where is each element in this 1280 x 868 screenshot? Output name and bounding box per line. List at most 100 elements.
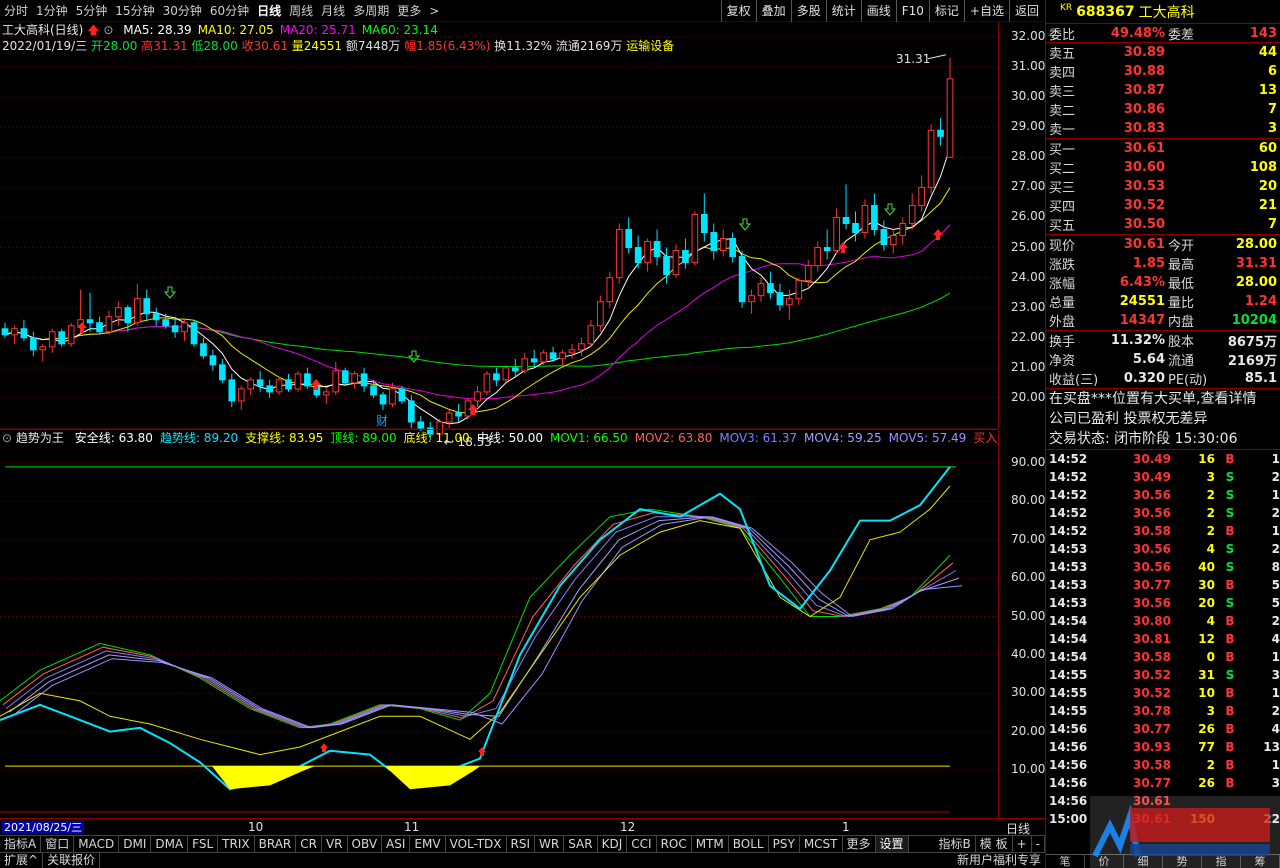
toolbar-button[interactable]: 返回	[1008, 0, 1044, 22]
stat-value: 85.1	[1244, 371, 1277, 386]
indicator-tab[interactable]: CR	[296, 836, 322, 852]
candle-body	[729, 238, 736, 258]
sell-level[interactable]: 卖三 30.87 13	[1046, 81, 1280, 100]
indicator-tab[interactable]: OBV	[348, 836, 383, 852]
level-label: 买四	[1049, 200, 1076, 215]
indicator-tab[interactable]: DMA	[151, 836, 189, 852]
period-tab[interactable]: 周线	[285, 0, 317, 22]
price-tick: 28.00	[1011, 149, 1046, 164]
indicator-tab-right[interactable]: 模 板	[976, 836, 1013, 852]
buy-level[interactable]: 买一 30.61 60	[1046, 139, 1280, 158]
tick-time: 14:54	[1049, 650, 1088, 664]
period-tab[interactable]: 月线	[317, 0, 349, 22]
quote-note[interactable]: 在买盘***位置有大买单,查看详情	[1046, 389, 1280, 409]
related-quote-button[interactable]: 关联报价	[43, 853, 101, 868]
period-tab[interactable]: 1分钟	[32, 0, 72, 22]
indicator-tab[interactable]: 窗口	[41, 836, 75, 852]
toolbar-button[interactable]: 统计	[825, 0, 861, 22]
indicator-tab[interactable]: MCST	[800, 836, 843, 852]
indicator-tab[interactable]: RSI	[507, 836, 536, 852]
indicator-tab[interactable]: 设置	[875, 836, 909, 852]
tick-price: 30.52	[1133, 668, 1171, 682]
indicator-tab[interactable]: 指标A	[0, 836, 42, 852]
indicator-tab[interactable]: 更多	[843, 836, 876, 852]
promo-link[interactable]: 新用户福利专享	[953, 853, 1045, 868]
indicator-tick: 60.00	[1011, 570, 1046, 585]
indicator-tab[interactable]: TRIX	[218, 836, 255, 852]
level-volume: 20	[1258, 179, 1277, 194]
period-tab[interactable]: 5分钟	[72, 0, 112, 22]
more-arrow-icon[interactable]: >	[425, 0, 443, 22]
indicator-tab[interactable]: BOLL	[729, 836, 769, 852]
indicator-tab[interactable]: MTM	[692, 836, 729, 852]
indicator-tab[interactable]: MACD	[74, 836, 120, 852]
period-tab[interactable]: 多周期	[349, 0, 393, 22]
period-tab[interactable]: 60分钟	[206, 0, 253, 22]
candle-body	[152, 313, 160, 321]
indicator-tab[interactable]: EMV	[410, 836, 446, 852]
toolbar-button[interactable]: 复权	[720, 0, 756, 22]
buy-level[interactable]: 买三 30.53 20	[1046, 177, 1280, 196]
candle-body	[247, 379, 255, 390]
indicator-tab[interactable]: CCI	[627, 836, 657, 852]
chart-canvas[interactable]: 31.31← 18.53财	[0, 22, 998, 818]
indicator-tab[interactable]: FSL	[188, 836, 219, 852]
indicator-tab[interactable]: KDJ	[598, 836, 628, 852]
indicator-tab-right[interactable]: 指标B	[935, 836, 976, 852]
indicator-tab[interactable]: DMI	[119, 836, 152, 852]
tick-price: 30.56	[1133, 488, 1171, 502]
tick-volume: 4	[1206, 614, 1215, 628]
period-tab[interactable]: 15分钟	[111, 0, 158, 22]
toolbar-button[interactable]: 多股	[790, 0, 826, 22]
period-tab[interactable]: 日线	[253, 0, 285, 22]
sell-level[interactable]: 卖一 30.83 3	[1046, 119, 1280, 138]
toolbar-button[interactable]: +自选	[963, 0, 1009, 22]
indicator-tab[interactable]: BRAR	[255, 836, 297, 852]
tick-row: 14:53 30.56 4 S 2	[1046, 540, 1280, 558]
candle-body	[842, 216, 850, 224]
period-tab[interactable]: 30分钟	[159, 0, 206, 22]
settings-icon[interactable]: ⊙	[2, 431, 12, 445]
sell-level[interactable]: 卖二 30.86 7	[1046, 100, 1280, 119]
toolbar-button[interactable]: 标记	[928, 0, 964, 22]
sell-level[interactable]: 卖五 30.89 44	[1046, 43, 1280, 62]
expand-button[interactable]: 扩展^	[0, 853, 44, 868]
indicator-tab[interactable]: VOL-TDX	[446, 836, 507, 852]
period-tab[interactable]: 更多	[393, 0, 425, 22]
candle-body	[115, 307, 122, 318]
weibi-label: 委比	[1049, 27, 1076, 43]
toolbar-button[interactable]: 叠加	[755, 0, 791, 22]
candle-body	[795, 280, 803, 300]
indicator-tab-right[interactable]: +	[1013, 836, 1032, 852]
period-tab[interactable]: 分时	[0, 0, 32, 22]
quote-tab[interactable]: 笔	[1046, 855, 1085, 868]
buy-level[interactable]: 买五 30.50 7	[1046, 215, 1280, 234]
candle-body	[105, 316, 113, 333]
indicator-tab[interactable]: SAR	[564, 836, 598, 852]
candle-body	[653, 241, 661, 258]
tick-side: S	[1225, 542, 1235, 556]
finance-marker[interactable]: 财	[376, 414, 388, 428]
buy-level[interactable]: 买二 30.60 108	[1046, 158, 1280, 177]
indicator-tab[interactable]: ASI	[382, 836, 411, 852]
indicator-tab[interactable]: PSY	[769, 836, 800, 852]
candle-body	[540, 352, 547, 363]
high-pointer	[927, 54, 947, 60]
date-start: 2021/08/25/三	[2, 821, 85, 834]
indicator-value: MOV2: 63.80	[634, 431, 713, 445]
tick-row: 14:53 30.56 20 S 5	[1046, 594, 1280, 612]
tick-row: 14:54 30.80 4 B 2	[1046, 612, 1280, 630]
sell-level[interactable]: 卖四 30.88 6	[1046, 62, 1280, 81]
candle-body	[719, 238, 727, 252]
tick-row: 14:53 30.77 30 B 5	[1046, 576, 1280, 594]
toolbar-button[interactable]: 画线	[860, 0, 896, 22]
stat-value: 1.24	[1244, 294, 1277, 309]
indicator-tab[interactable]: WR	[535, 836, 565, 852]
indicator-tab[interactable]: ROC	[657, 836, 692, 852]
toolbar-button[interactable]: F10	[895, 0, 929, 22]
indicator-tab-right[interactable]: -	[1032, 836, 1045, 852]
buy-level[interactable]: 买四 30.52 21	[1046, 196, 1280, 215]
indicator-tab[interactable]: VR	[322, 836, 348, 852]
candle-body	[67, 325, 75, 345]
level-volume: 3	[1267, 121, 1277, 136]
